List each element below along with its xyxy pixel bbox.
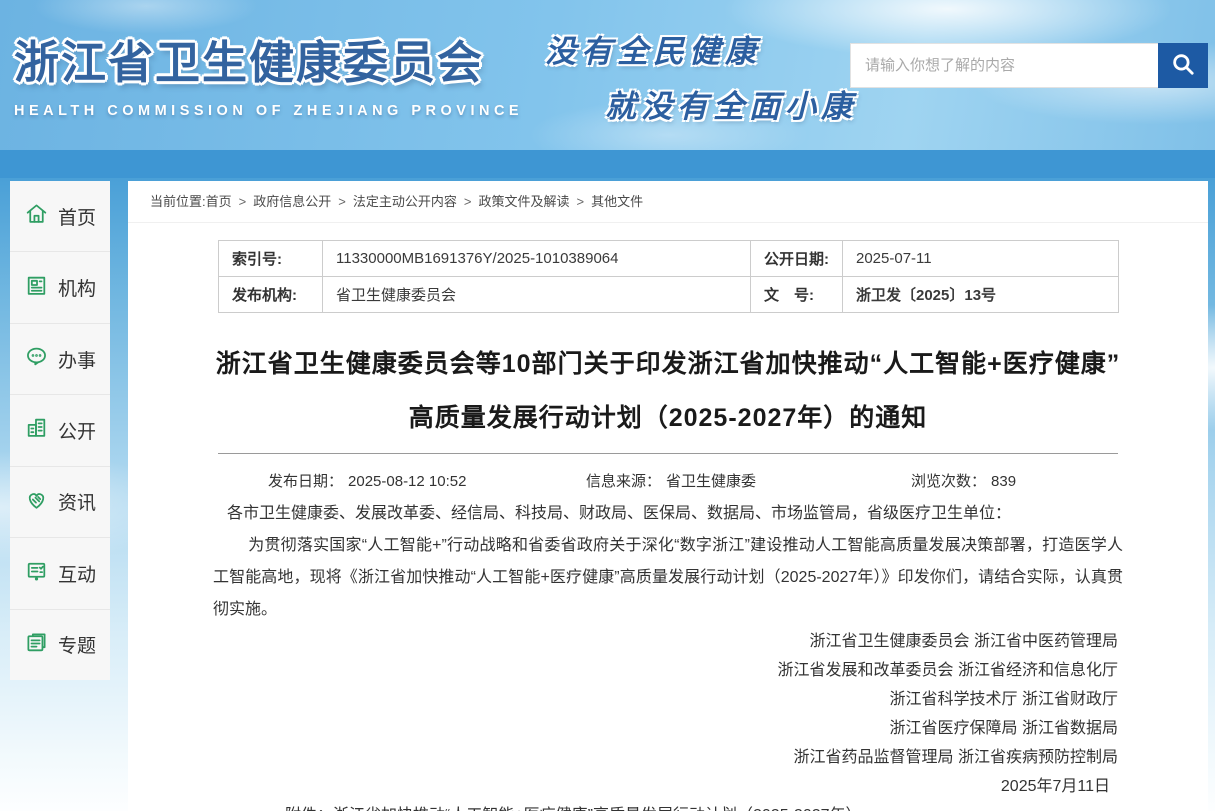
sidebar-item-label: 公开 [58,417,96,444]
signature-line: 浙江省卫生健康委员会 浙江省中医药管理局 [128,627,1118,656]
doc-date-value: 2025-07-11 [843,241,1119,277]
sidebar-item-label: 办事 [58,346,96,373]
breadcrumb-prefix: 当前位置: [150,194,206,209]
meta-views-label: 浏览次数： [911,473,986,490]
search-icon [1170,51,1196,80]
meta-source-value: 省卫生健康委 [666,473,756,490]
sidebar-item-home[interactable]: 首页 [10,181,110,252]
doc-index-value: 11330000MB1691376Y/2025-1010389064 [323,241,751,277]
sidebar-item-label: 资讯 [58,488,96,515]
doc-number-label: 文 号: [751,277,843,313]
doc-number-value: 浙卫发〔2025〕13号 [843,277,1119,313]
article-body: 各市卫生健康委、发展改革委、经信局、科技局、财政局、医保局、数据局、市场监管局，… [128,498,1208,626]
sidebar-item-service[interactable]: 办事 [10,324,110,395]
breadcrumb: 当前位置:首页 > 政府信息公开 > 法定主动公开内容 > 政策文件及解读 > 其他文件 [128,181,1208,223]
disclosure-icon [24,415,49,445]
sidebar-item-org[interactable]: 机构 [10,252,110,323]
article-title: 浙江省卫生健康委员会等10部门关于印发浙江省加快推动“人工智能+医疗健康” 高质… [128,337,1208,445]
page-background: 首页 机构 办事 公开 资讯 [0,178,1215,811]
sidebar-item-interact[interactable]: 互动 [10,538,110,609]
content-panel: 当前位置:首页 > 政府信息公开 > 法定主动公开内容 > 政策文件及解读 > 其他文件 索引号… [128,181,1208,811]
meta-source: 信息来源： 省卫生健康委 [586,470,911,491]
breadcrumb-item-other[interactable]: 其他文件 [591,194,643,209]
slogan-line-1: 没有全民健康 [545,26,857,71]
paragraph-body: 为贯彻落实国家“人工智能+”行动战略和省委省政府关于深化“数字浙江”建设推动人工… [213,530,1123,626]
article-title-line-1: 浙江省卫生健康委员会等10部门关于印发浙江省加快推动“人工智能+医疗健康” [128,337,1208,391]
meta-publish-value: 2025-08-12 10:52 [348,473,466,490]
breadcrumb-separator: > [338,194,346,209]
signature-line: 浙江省发展和改革委员会 浙江省经济和信息化厅 [128,656,1118,685]
breadcrumb-item-gov-info[interactable]: 政府信息公开 [253,194,331,209]
nav-band [0,150,1215,178]
doc-info-table: 索引号: 11330000MB1691376Y/2025-1010389064 … [218,240,1119,313]
search-input[interactable] [850,43,1158,88]
meta-source-label: 信息来源： [586,473,661,490]
service-icon [24,344,49,374]
breadcrumb-separator: > [464,194,472,209]
attachment-line[interactable]: 附件：浙江省加快推动“人工智能+医疗健康”高质量发展行动计划（2025-2027… [128,801,1208,811]
title-divider [218,453,1118,454]
meta-publish: 发布日期： 2025-08-12 10:52 [268,470,586,491]
site-title: 浙江省卫生健康委员会 [14,26,523,91]
signature-line: 浙江省科学技术厅 浙江省财政厅 [128,685,1118,714]
sidebar-item-label: 互动 [58,560,96,587]
meta-publish-label: 发布日期： [268,473,343,490]
sidebar-item-label: 首页 [58,203,96,230]
signature-block: 浙江省卫生健康委员会 浙江省中医药管理局 浙江省发展和改革委员会 浙江省经济和信… [128,627,1208,772]
sidebar-item-label: 专题 [58,631,96,658]
sidebar: 首页 机构 办事 公开 资讯 [10,181,110,680]
breadcrumb-item-policy[interactable]: 政策文件及解读 [478,194,569,209]
article-date: 2025年7月11日 [128,772,1208,801]
site-logo[interactable]: 浙江省卫生健康委员会 HEALTH COMMISSION OF ZHEJIANG… [14,26,523,119]
breadcrumb-item-home[interactable]: 首页 [206,194,232,209]
site-header: 浙江省卫生健康委员会 HEALTH COMMISSION OF ZHEJIANG… [0,0,1215,150]
breadcrumb-separator: > [576,194,584,209]
doc-index-label: 索引号: [219,241,323,277]
breadcrumb-separator: > [239,194,247,209]
meta-views: 浏览次数： 839 [911,470,1016,491]
paragraph-addressee: 各市卫生健康委、发展改革委、经信局、科技局、财政局、医保局、数据局、市场监管局，… [213,498,1123,530]
sidebar-item-label: 机构 [58,274,96,301]
topic-icon [24,630,49,660]
news-icon [24,487,49,517]
article-title-line-2: 高质量发展行动计划（2025-2027年）的通知 [128,391,1208,445]
slogan-line-2: 就没有全面小康 [545,81,857,126]
home-icon [24,201,49,231]
breadcrumb-item-statutory[interactable]: 法定主动公开内容 [353,194,457,209]
org-icon [24,273,49,303]
signature-line: 浙江省医疗保障局 浙江省数据局 [128,714,1118,743]
sidebar-item-disclosure[interactable]: 公开 [10,395,110,466]
article-meta: 发布日期： 2025-08-12 10:52 信息来源： 省卫生健康委 浏览次数： 8… [128,468,1208,492]
sidebar-item-news[interactable]: 资讯 [10,467,110,538]
doc-date-label: 公开日期: [751,241,843,277]
sidebar-item-topic[interactable]: 专题 [10,610,110,680]
doc-agency-label: 发布机构: [219,277,323,313]
signature-line: 浙江省药品监督管理局 浙江省疾病预防控制局 [128,743,1118,772]
site-subtitle: HEALTH COMMISSION OF ZHEJIANG PROVINCE [14,103,523,119]
search-box [850,43,1208,88]
doc-agency-value: 省卫生健康委员会 [323,277,751,313]
slogan: 没有全民健康 就没有全面小康 [545,26,857,126]
interact-icon [24,558,49,588]
search-button[interactable] [1158,43,1208,88]
meta-views-value: 839 [991,473,1016,490]
